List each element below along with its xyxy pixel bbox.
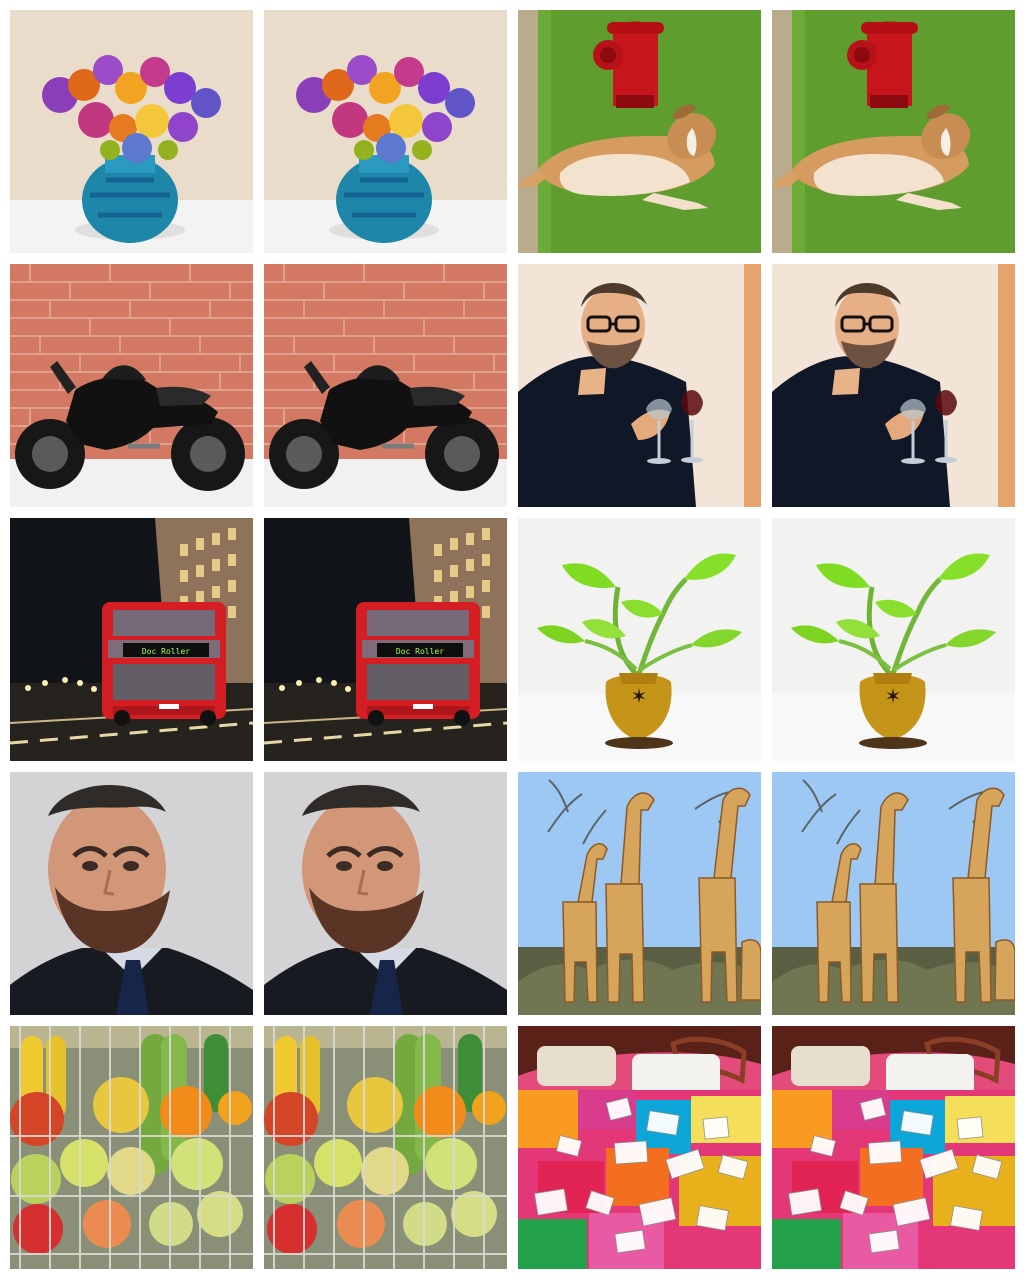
bearded-man-image [10, 772, 253, 1015]
svg-text:✶: ✶ [631, 684, 648, 708]
giraffes-image [772, 772, 1015, 1015]
flower-vase-icon [10, 10, 253, 253]
dog-hydrant-icon [518, 10, 761, 253]
bus-destination-sign: Doc Roller [142, 647, 190, 656]
giraffes-icon [518, 772, 761, 1015]
fruit-basket-icon [264, 1026, 507, 1269]
image-grid: Doc Roller Doc Roller ✶ ✶ [10, 10, 1015, 1269]
portrait-icon [10, 772, 253, 1015]
bearded-man-image [264, 772, 507, 1015]
messy-bed-image [518, 1026, 761, 1269]
plant-vase-image: ✶ [518, 518, 761, 761]
plant-vase-icon: ✶ [772, 518, 1015, 761]
portrait-icon [264, 772, 507, 1015]
night-bus-image: Doc Roller [264, 518, 507, 761]
plant-vase-image: ✶ [772, 518, 1015, 761]
man-wine-icon [518, 264, 761, 507]
dog-hydrant-icon [772, 10, 1015, 253]
motorcycle-image [264, 264, 507, 507]
messy-bed-image [772, 1026, 1015, 1269]
man-wine-image [772, 264, 1015, 507]
plant-vase-icon: ✶ [518, 518, 761, 761]
flower-vase-image [10, 10, 253, 253]
image-grid-page: Doc Roller Doc Roller ✶ ✶ [0, 0, 1030, 1284]
motorcycle-image [10, 264, 253, 507]
bus-icon: Doc Roller [10, 518, 253, 761]
dog-hydrant-image [518, 10, 761, 253]
flower-vase-icon [264, 10, 507, 253]
messy-bed-icon [772, 1026, 1015, 1269]
giraffes-image [518, 772, 761, 1015]
dog-hydrant-image [772, 10, 1015, 253]
fruit-basket-icon [10, 1026, 253, 1269]
fruit-basket-image [10, 1026, 253, 1269]
night-bus-image: Doc Roller [10, 518, 253, 761]
flower-vase-image [264, 10, 507, 253]
bus-icon: Doc Roller [264, 518, 507, 761]
man-wine-image [518, 264, 761, 507]
svg-text:✶: ✶ [885, 684, 902, 708]
man-wine-icon [772, 264, 1015, 507]
motorcycle-icon [264, 264, 507, 507]
messy-bed-icon [518, 1026, 761, 1269]
motorcycle-icon [10, 264, 253, 507]
fruit-basket-image [264, 1026, 507, 1269]
giraffes-icon [772, 772, 1015, 1015]
bus-destination-sign: Doc Roller [396, 647, 444, 656]
